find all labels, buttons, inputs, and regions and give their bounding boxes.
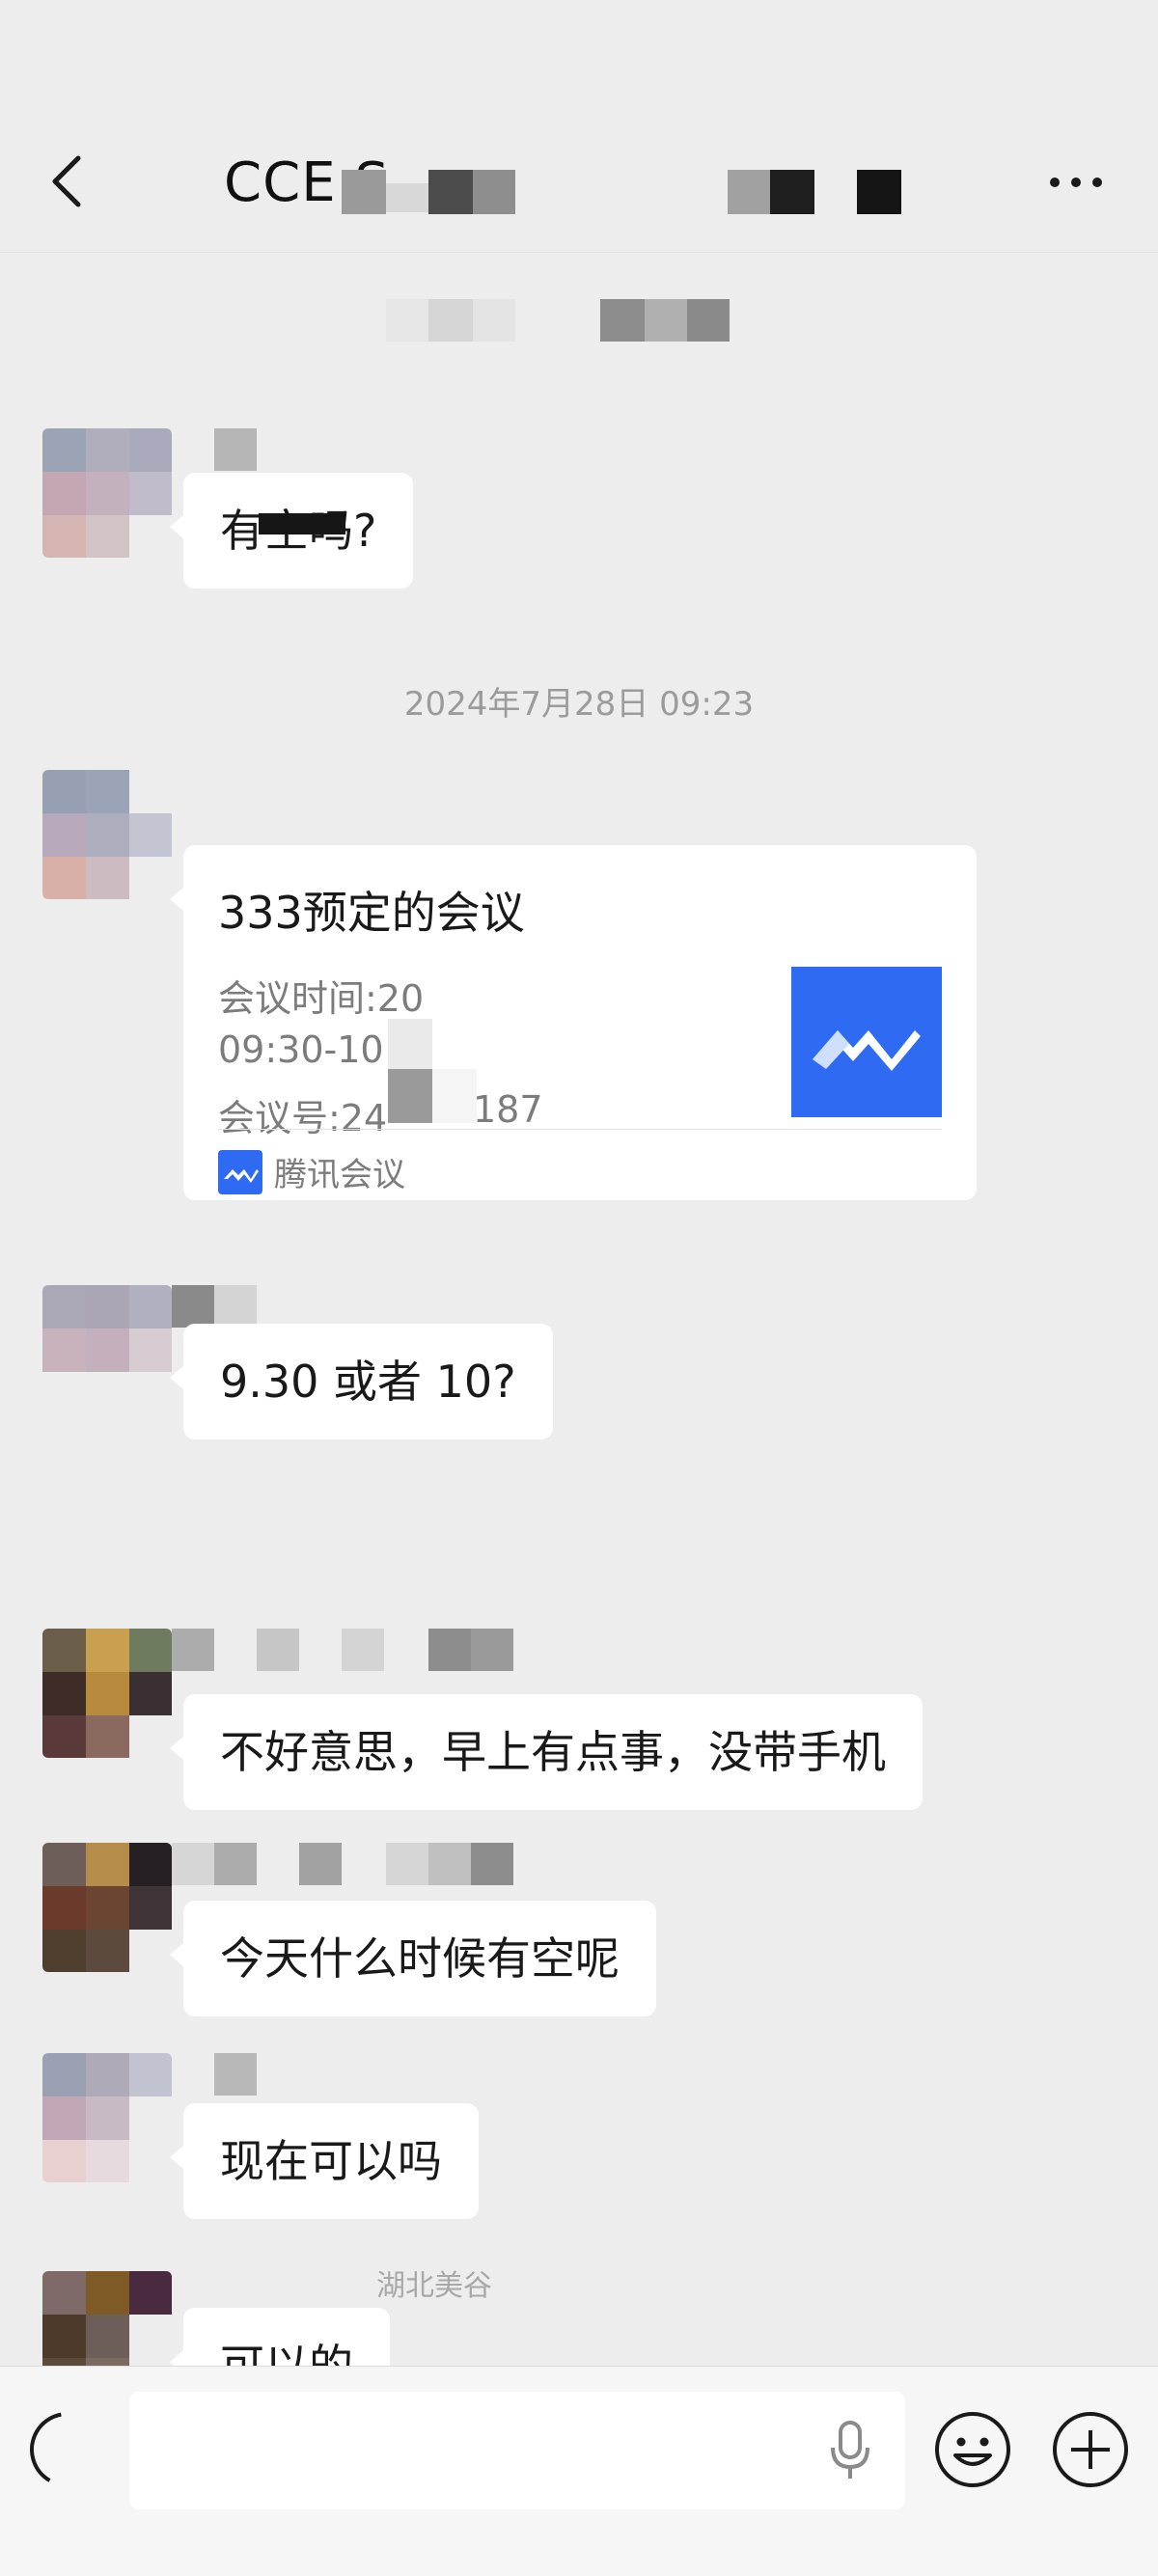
card-source-label: 腾讯会议	[274, 1156, 405, 1194]
meeting-card-title: 333预定的会议	[218, 887, 525, 939]
avatar[interactable]	[42, 1843, 172, 1972]
avatar[interactable]	[42, 428, 172, 558]
more-options-button[interactable]	[1044, 156, 1108, 208]
chat-header: CCE S	[0, 0, 1158, 253]
input-bar	[0, 2366, 1158, 2576]
message-bubble[interactable]: 9.30 或者 10?	[170, 1324, 553, 1439]
meeting-id-suffix: 187	[473, 1088, 543, 1131]
avatar[interactable]	[42, 1285, 172, 1414]
back-button[interactable]	[37, 152, 95, 210]
message-bubble[interactable]: 今天什么时候有空呢	[170, 1901, 656, 2016]
message-bubble[interactable]: 现在可以吗	[170, 2103, 479, 2219]
timestamp: 2024年7月28日 09:23	[403, 685, 755, 724]
message-bubble[interactable]: 可以的	[170, 2308, 390, 2366]
avatar[interactable]	[42, 1629, 172, 1758]
chevron-left-icon	[52, 155, 81, 207]
avatar[interactable]	[42, 2271, 172, 2366]
meeting-id-label: 会议号:24	[218, 1097, 388, 1139]
tencent-meeting-logo-icon	[791, 967, 942, 1117]
avatar[interactable]	[42, 770, 172, 899]
card-divider	[218, 1129, 942, 1130]
redaction-bar	[259, 513, 345, 534]
meeting-time-value: 09:30-10	[218, 1028, 384, 1071]
emoji-icon	[935, 2412, 1010, 2487]
plus-circle-icon	[1053, 2412, 1128, 2487]
redaction-block	[388, 1069, 432, 1123]
sender-name: 湖北美谷	[376, 2269, 492, 2303]
tencent-meeting-small-icon	[218, 1149, 262, 1194]
message-bubble[interactable]: 不好意思，早上有点事，没带手机	[170, 1694, 923, 1810]
meeting-time-label: 会议时间:20	[218, 977, 425, 1020]
redaction-block	[432, 1069, 477, 1123]
plus-button[interactable]	[1050, 2409, 1131, 2490]
more-dots-icon	[1050, 178, 1102, 187]
avatar[interactable]	[42, 2053, 172, 2182]
card-source: 腾讯会议	[218, 1148, 405, 1195]
mic-icon[interactable]	[826, 2419, 874, 2482]
message-input[interactable]	[129, 2392, 905, 2509]
voice-button[interactable]	[27, 2409, 108, 2490]
voice-icon	[30, 2412, 105, 2487]
meeting-card[interactable]: 333预定的会议 会议时间:20 09:30-10 会议号:24 187 腾讯会…	[170, 845, 977, 1200]
chat-message-list[interactable]: 有空吗? 2024年7月28日 09:23 333预定的会议 会议时间:20 0…	[0, 253, 1158, 2366]
emoji-button[interactable]	[932, 2409, 1013, 2490]
redaction-block	[388, 1019, 432, 1069]
